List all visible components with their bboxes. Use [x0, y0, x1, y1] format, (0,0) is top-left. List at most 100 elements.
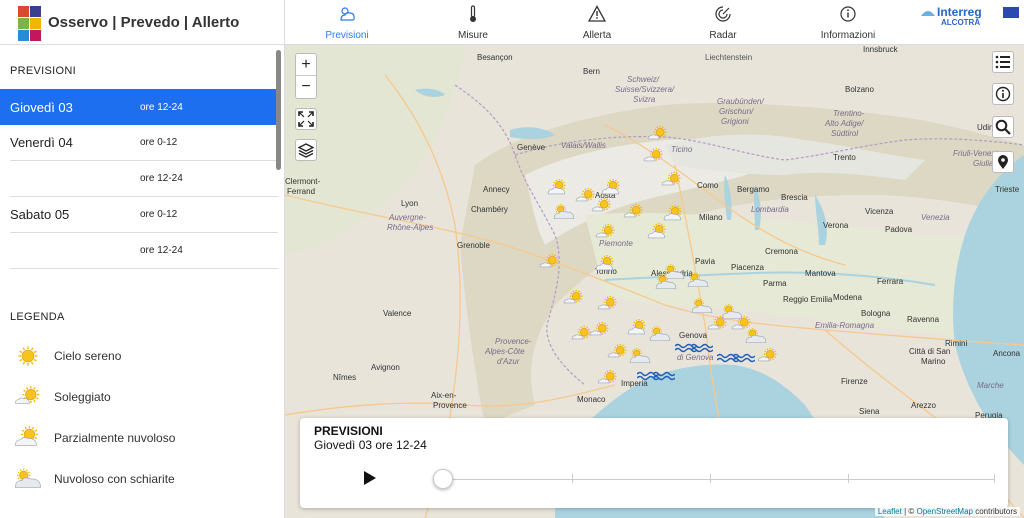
map-label: Avignon: [371, 363, 400, 372]
timeline-title: PREVISIONI: [314, 424, 383, 438]
list-icon: [995, 55, 1010, 69]
map-label: Città di San: [909, 347, 951, 356]
mostly-sunny-icon: [539, 253, 559, 268]
layers-button[interactable]: [295, 139, 317, 161]
forecast-icon: [340, 7, 355, 21]
legend-label: Parzialmente nuvoloso: [54, 430, 176, 445]
nav-item-allerta[interactable]: Allerta: [552, 5, 642, 43]
map-label: Clermont-: [285, 177, 321, 186]
partly-cloudy-icon: [595, 255, 614, 271]
forecast-row[interactable]: Sabato 05 ore 0-12: [10, 197, 278, 233]
sidebar-content[interactable]: PREVISIONI Giovedì 03 ore 12-24 Venerdì 04…: [0, 45, 284, 518]
zoom-out-button[interactable]: −: [296, 76, 316, 98]
search-button[interactable]: [992, 116, 1014, 138]
map-label: Ancona: [993, 349, 1021, 358]
map-label: Siena: [859, 407, 880, 416]
legend-label: Nuvoloso con schiarite: [54, 471, 175, 486]
timeline-tick: [710, 474, 711, 483]
partly-cloudy-icon: [663, 205, 682, 221]
map-label: Emilia-Romagna: [815, 321, 875, 330]
sidebar-scrollbar[interactable]: [276, 50, 281, 170]
map-info-button[interactable]: [992, 83, 1014, 105]
mostly-sunny-icon: [589, 321, 609, 336]
map-label: Genova: [679, 331, 708, 340]
map-label: Aix-en-: [431, 391, 457, 400]
sea-wave-icon: [691, 343, 713, 353]
list-button[interactable]: [992, 51, 1014, 73]
map-label: Alpes-Côte: [485, 347, 525, 356]
map-label: Liechtenstein: [705, 53, 753, 62]
map-label: Chambéry: [471, 205, 508, 214]
map-label: Provence: [433, 401, 467, 410]
leaflet-link[interactable]: Leaflet: [878, 507, 902, 516]
nav-item-previsioni[interactable]: Previsioni: [302, 5, 392, 43]
map-label: Venezia: [921, 213, 950, 222]
map-label: Grischun/: [719, 107, 754, 116]
map-label: Ravenna: [907, 315, 940, 324]
map-label: Südtirol: [831, 129, 859, 138]
mostly-sunny-icon: [643, 147, 663, 162]
mostly-sunny-icon: [15, 385, 40, 404]
map-label: Valais/Wallis: [561, 141, 606, 150]
nav-item-radar[interactable]: Radar: [678, 5, 768, 43]
thermometer-icon: [470, 5, 476, 22]
map-label: Suisse/Svizzera/: [615, 85, 675, 94]
mostly-sunny-icon: [595, 223, 615, 238]
attribution-separator: | ©: [901, 507, 917, 516]
map-label: Grenoble: [457, 241, 490, 250]
map-label: Trentino-: [833, 109, 865, 118]
timeline-panel: PREVISIONI Giovedì 03 ore 12-24: [300, 418, 1008, 508]
osm-link[interactable]: OpenStreetMap: [916, 507, 972, 516]
map-label: Piacenza: [731, 263, 764, 272]
radar-icon: [715, 6, 731, 22]
timeline-track[interactable]: [440, 479, 995, 480]
timeline-slider-handle[interactable]: [433, 469, 453, 489]
mostly-sunny-icon: [757, 347, 777, 362]
fullscreen-button[interactable]: [295, 108, 317, 130]
map-label: Bologna: [861, 309, 891, 318]
map-label: Bolzano: [845, 85, 874, 94]
map-label: Auvergne-: [389, 213, 426, 222]
forecast-row[interactable]: Venerdì 04 ore 0-12: [10, 125, 278, 161]
info-icon: [995, 86, 1011, 102]
sea-wave-icon: [653, 371, 675, 381]
map-label: Besançon: [477, 53, 513, 62]
info-icon: [840, 6, 856, 22]
map-label: Genève: [517, 143, 546, 152]
map-label: Trieste: [995, 185, 1020, 194]
play-button[interactable]: [362, 470, 378, 486]
map-label: Marino: [921, 357, 946, 366]
map-label: Modena: [833, 293, 862, 302]
timeline-tick: [994, 474, 995, 483]
nav-item-misure[interactable]: Misure: [428, 5, 518, 43]
legend-item: Parzialmente nuvoloso: [0, 417, 284, 458]
eu-flag-icon: [1003, 7, 1019, 18]
map-label: Schweiz/: [627, 75, 660, 84]
map-label: Annecy: [483, 185, 510, 194]
zoom-in-button[interactable]: +: [296, 54, 316, 76]
sea-wave-icon: [733, 353, 755, 363]
timeline-tick: [572, 474, 573, 483]
partly-cloudy-icon: [15, 425, 38, 446]
mostly-sunny-icon: [647, 125, 667, 140]
mostly-sunny-icon: [591, 197, 611, 212]
partly-cloudy-icon: [601, 179, 620, 195]
map-label: Bern: [583, 67, 600, 76]
location-button[interactable]: [992, 151, 1014, 173]
forecast-row[interactable]: ore 12-24: [10, 161, 278, 197]
play-icon: [364, 471, 376, 485]
legend-section-title: LEGENDA: [10, 311, 65, 323]
app-title: Osservo | Prevedo | Allerto: [48, 13, 240, 31]
nav-item-informazioni[interactable]: Informazioni: [803, 5, 893, 43]
map-label: Cremona: [765, 247, 798, 256]
map-label: Monaco: [577, 395, 606, 404]
map-label: Valence: [383, 309, 412, 318]
map-label: Trento: [833, 153, 856, 162]
timeline-tick: [848, 474, 849, 483]
forecast-row[interactable]: Giovedì 03 ore 12-24: [0, 89, 278, 125]
search-icon: [995, 119, 1011, 135]
cloudy-clearing-icon: [687, 272, 709, 288]
forecast-row[interactable]: ore 12-24: [10, 233, 278, 269]
forecast-list: Giovedì 03 ore 12-24 Venerdì 04 ore 0-12 ore…: [0, 89, 284, 269]
fullscreen-icon: [298, 111, 314, 127]
